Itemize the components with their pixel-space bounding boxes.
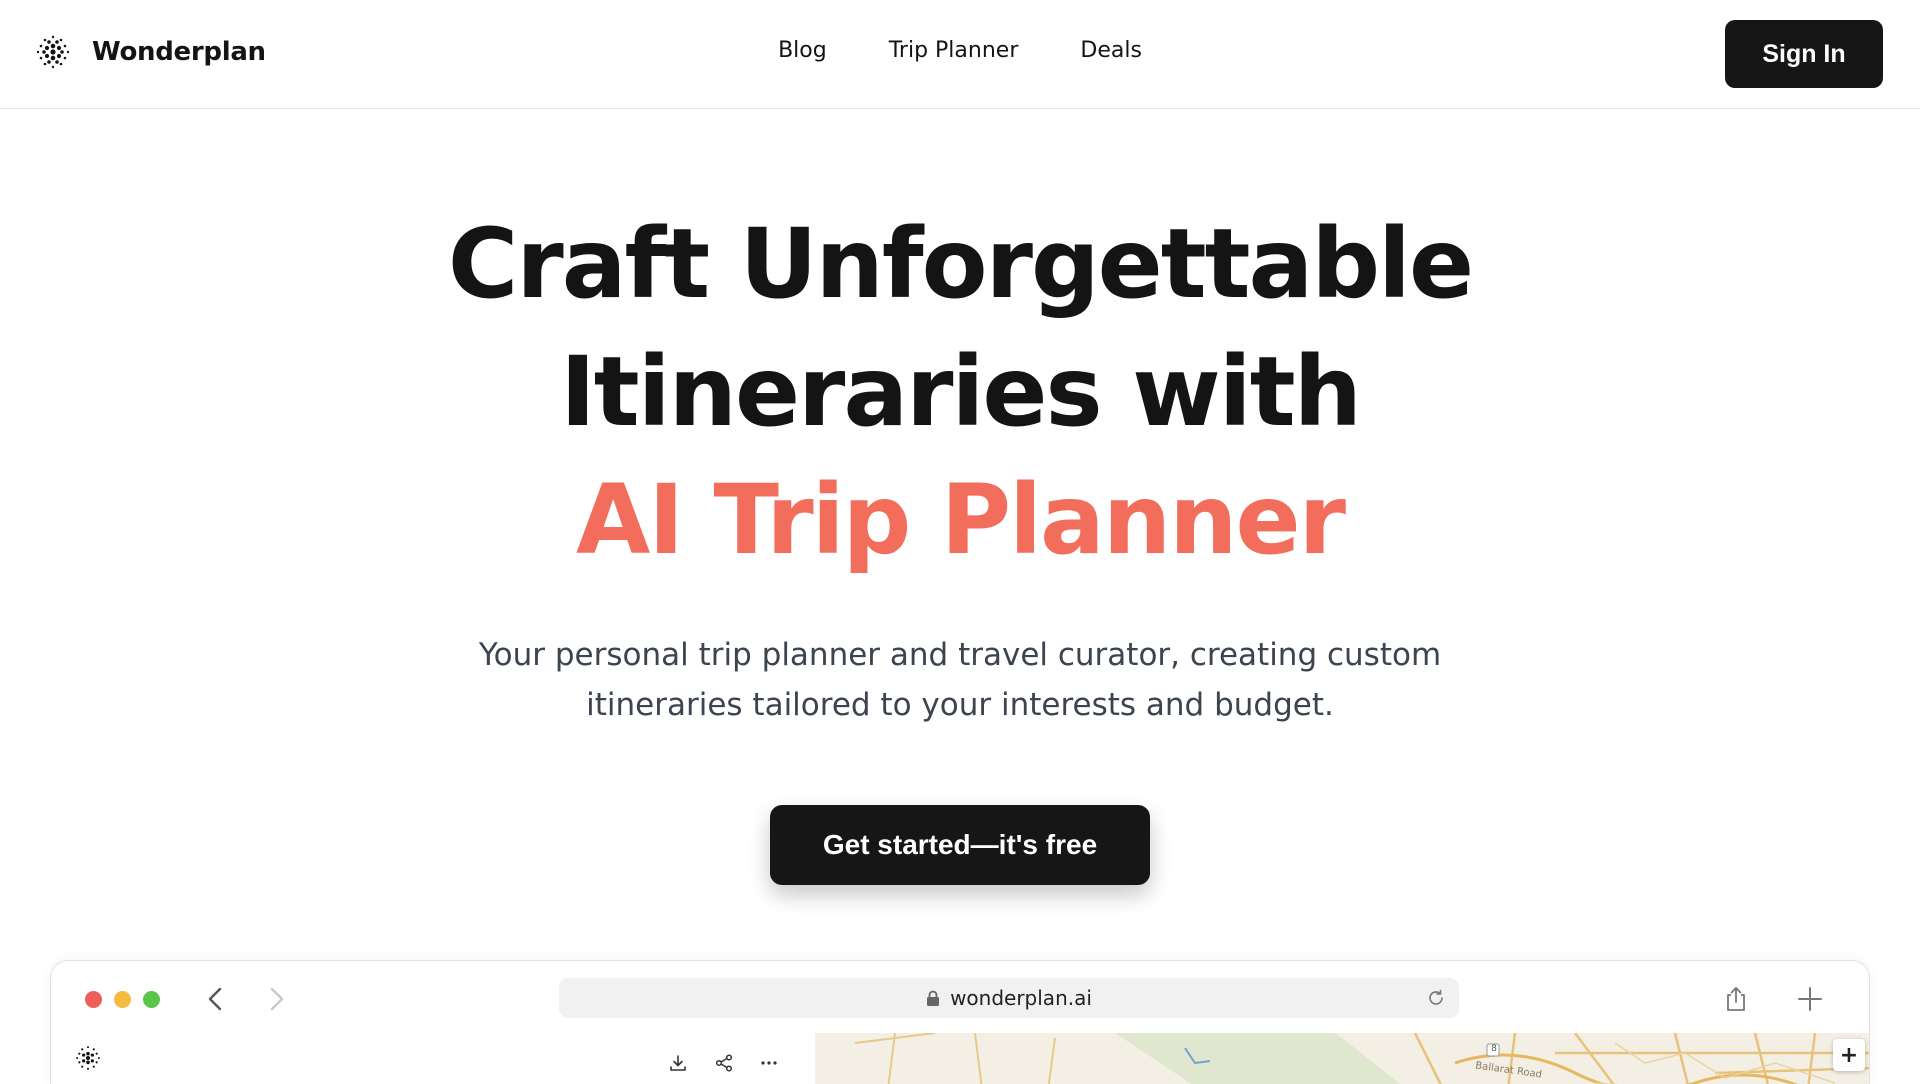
nav-link-trip-planner[interactable]: Trip Planner [889, 38, 1019, 63]
reload-icon[interactable] [1425, 987, 1447, 1009]
get-started-button[interactable]: Get started—it's free [770, 805, 1150, 885]
subtitle-line-2: itineraries tailored to your interests a… [586, 687, 1334, 723]
lock-icon [927, 990, 940, 1006]
hero-subtitle: Your personal trip planner and travel cu… [0, 630, 1920, 730]
headline-accent: AI Trip Planner [576, 464, 1346, 576]
brand-logo[interactable]: Wonderplan [35, 34, 266, 70]
browser-mockup: wonderplan.ai 8 Ballarat Road + [50, 960, 1870, 1084]
brand-name: Wonderplan [92, 37, 266, 67]
headline-line-2: Itineraries with [560, 336, 1362, 448]
map-route-badge: 8 [1491, 1044, 1497, 1054]
nav-link-blog[interactable]: Blog [778, 38, 827, 63]
new-tab-plus-icon[interactable] [1796, 985, 1824, 1013]
address-bar[interactable]: wonderplan.ai [559, 978, 1459, 1018]
share-icon[interactable] [1723, 985, 1749, 1013]
nav-link-deals[interactable]: Deals [1080, 38, 1142, 63]
address-url: wonderplan.ai [950, 986, 1092, 1010]
headline-line-1: Craft Unforgettable [447, 208, 1474, 320]
map-roads [815, 1033, 1869, 1084]
sign-in-button[interactable]: Sign In [1725, 20, 1883, 88]
map-preview[interactable]: 8 Ballarat Road + [815, 1033, 1869, 1084]
dot-grid-logo-icon [36, 35, 70, 69]
window-maximize-dot [143, 991, 160, 1008]
forward-arrow-icon[interactable] [261, 983, 291, 1015]
subtitle-line-1: Your personal trip planner and travel cu… [478, 637, 1442, 673]
back-arrow-icon[interactable] [201, 983, 231, 1015]
map-zoom-in-button[interactable]: + [1833, 1039, 1865, 1071]
site-header: Wonderplan Blog Trip Planner Deals Sign … [0, 0, 1920, 109]
app-dot-grid-logo-icon [76, 1046, 100, 1070]
window-close-dot [85, 991, 102, 1008]
more-options-icon[interactable] [759, 1053, 779, 1073]
main-nav: Blog Trip Planner Deals [0, 38, 1920, 63]
download-icon[interactable] [668, 1053, 688, 1073]
window-minimize-dot [114, 991, 131, 1008]
hero-headline: Craft Unforgettable Itineraries with AI … [0, 200, 1920, 584]
hero-section: Craft Unforgettable Itineraries with AI … [0, 200, 1920, 584]
main-nav-links: Blog Trip Planner Deals [778, 38, 1142, 63]
share-nodes-icon[interactable] [714, 1053, 734, 1073]
address-bar-content: wonderplan.ai [559, 978, 1459, 1018]
